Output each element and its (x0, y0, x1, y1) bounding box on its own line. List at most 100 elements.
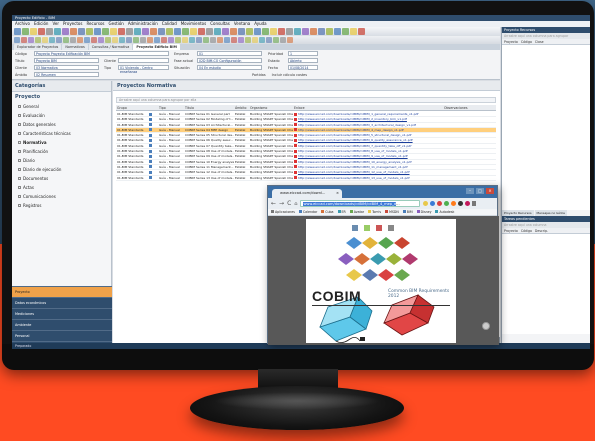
toolbar-button[interactable] (38, 28, 45, 35)
sidebar-item[interactable]: Evaluación (12, 111, 111, 120)
toolbar-button[interactable] (254, 28, 261, 35)
toolbar2-button[interactable] (259, 37, 265, 43)
toolbar-button[interactable] (102, 28, 109, 35)
back-icon[interactable]: ← (271, 200, 276, 207)
sidebar-item[interactable]: Normativa (12, 138, 111, 147)
toolbar2-button[interactable] (98, 37, 104, 43)
sidebar-item[interactable]: Datos generales (12, 120, 111, 129)
toolbar2-button[interactable] (42, 37, 48, 43)
toolbar2-button[interactable] (119, 37, 125, 43)
toolbar-button[interactable] (158, 28, 165, 35)
document-link[interactable]: http://www.eiccad.com/downloads/cdBIM/cd… (298, 165, 408, 169)
sidebar-item[interactable]: Comunicaciones (12, 192, 111, 201)
toolbar2-button[interactable] (84, 37, 90, 43)
toolbar-button[interactable] (350, 28, 357, 35)
right-top-column[interactable]: Clase (535, 39, 544, 44)
sidebar-item[interactable]: Actas (12, 183, 111, 192)
toolbar2-button[interactable] (280, 37, 286, 43)
toolbar2-button[interactable] (77, 37, 83, 43)
estado-field[interactable]: Abierto (288, 58, 318, 63)
toolbar-button[interactable] (318, 28, 325, 35)
toolbar2-button[interactable] (238, 37, 244, 43)
toolbar2-button[interactable] (161, 37, 167, 43)
sidebar-item[interactable]: Registros (12, 201, 111, 210)
resumen-field[interactable]: 02 Resumen (34, 72, 99, 77)
toolbar2-button[interactable] (28, 37, 34, 43)
toolbar2-button[interactable] (14, 37, 20, 43)
toolbar2-button[interactable] (210, 37, 216, 43)
document-link[interactable]: http://www.eiccad.com/downloads/cdBIM/cd… (298, 170, 410, 174)
toolbar-button[interactable] (358, 28, 365, 35)
toolbar2-button[interactable] (154, 37, 160, 43)
right-bottom-column[interactable]: Código (521, 228, 532, 233)
pdf-zoom-button[interactable] (482, 322, 490, 330)
document-link[interactable]: http://www.eiccad.com/downloads/cdBIM/cd… (298, 112, 418, 116)
toolbar2-button[interactable] (49, 37, 55, 43)
toolbar2-button[interactable] (252, 37, 258, 43)
extension-dark-icon[interactable] (458, 201, 464, 206)
tipo-field[interactable]: 01 Vivienda - Centro enseñanza (118, 65, 169, 74)
toolbar-button[interactable] (182, 28, 189, 35)
toolbar-button[interactable] (126, 28, 133, 35)
toolbar2-button[interactable] (35, 37, 41, 43)
normativa-field[interactable]: 03 Normativa (34, 65, 99, 70)
toolbar-button[interactable] (94, 28, 101, 35)
toolbar-button[interactable] (14, 28, 21, 35)
toolbar-button[interactable] (110, 28, 117, 35)
toolbar-button[interactable] (238, 28, 245, 35)
toolbar2-button[interactable] (245, 37, 251, 43)
toolbar2-button[interactable] (196, 37, 202, 43)
toolbar2-button[interactable] (182, 37, 188, 43)
toolbar-button[interactable] (54, 28, 61, 35)
sidebar-section-bar[interactable]: Ambiente (12, 319, 112, 330)
toolbar2-button[interactable] (189, 37, 195, 43)
toolbar-button[interactable] (118, 28, 125, 35)
toolbar-button[interactable] (230, 28, 237, 35)
toolbar-button[interactable] (310, 28, 317, 35)
toolbar2-button[interactable] (91, 37, 97, 43)
column-header[interactable]: Organismo (249, 105, 293, 110)
right-top-column[interactable]: Proyecto (504, 39, 518, 44)
right-bottom-column[interactable]: Descrip. (535, 228, 548, 233)
toolbar-button[interactable] (294, 28, 301, 35)
empresa-field[interactable]: 01 (197, 51, 262, 56)
toolbar-button[interactable] (246, 28, 253, 35)
sidebar-item[interactable]: General (12, 102, 111, 111)
toolbar-button[interactable] (334, 28, 341, 35)
home-icon[interactable]: ⌂ (294, 201, 297, 207)
toolbar2-button[interactable] (63, 37, 69, 43)
sidebar-item[interactable]: Diario de ejecución (12, 165, 111, 174)
bookmark-item[interactable]: Disney (416, 209, 431, 216)
toolbar-button[interactable] (302, 28, 309, 35)
extension-green-icon[interactable] (444, 201, 450, 206)
toolbar-button[interactable] (22, 28, 29, 35)
fecha-field[interactable]: 01/08/2014 (288, 65, 318, 70)
cliente-field[interactable] (118, 58, 169, 63)
toolbar-button[interactable] (78, 28, 85, 35)
minimize-icon[interactable]: – (466, 188, 474, 194)
toolbar2-button[interactable] (224, 37, 230, 43)
bookmark-item[interactable]: Autodesk (435, 209, 454, 216)
table-row[interactable]: 01-BIM Standards Guía - Manual COBIM Serie… (116, 176, 496, 181)
toolbar-button[interactable] (262, 28, 269, 35)
toolbar-button[interactable] (214, 28, 221, 35)
extension-blue-icon[interactable] (430, 201, 436, 206)
right-top-column[interactable]: Código (521, 39, 532, 44)
toolbar-button[interactable] (142, 28, 149, 35)
document-link[interactable]: http://www.eiccad.com/downloads/cdBIM/cd… (298, 128, 404, 132)
bookmark-item[interactable]: ER (337, 209, 346, 216)
column-header[interactable]: Tipo (158, 105, 184, 110)
bookmark-item[interactable]: Cuba (321, 209, 334, 216)
prioridad-field[interactable]: 1 (288, 51, 318, 56)
toolbar-button[interactable] (270, 28, 277, 35)
toolbar2-button[interactable] (140, 37, 146, 43)
toolbar2-button[interactable] (56, 37, 62, 43)
forward-icon[interactable]: → (279, 200, 284, 207)
toolbar-button[interactable] (150, 28, 157, 35)
toolbar2-button[interactable] (175, 37, 181, 43)
sidebar-section-bar[interactable]: Mediciones (12, 308, 112, 319)
toolbar2-button[interactable] (266, 37, 272, 43)
column-header[interactable]: Ámbito (234, 105, 249, 110)
bookmark-item[interactable]: Avatar (349, 209, 364, 216)
extension-orange-icon[interactable] (451, 201, 457, 206)
